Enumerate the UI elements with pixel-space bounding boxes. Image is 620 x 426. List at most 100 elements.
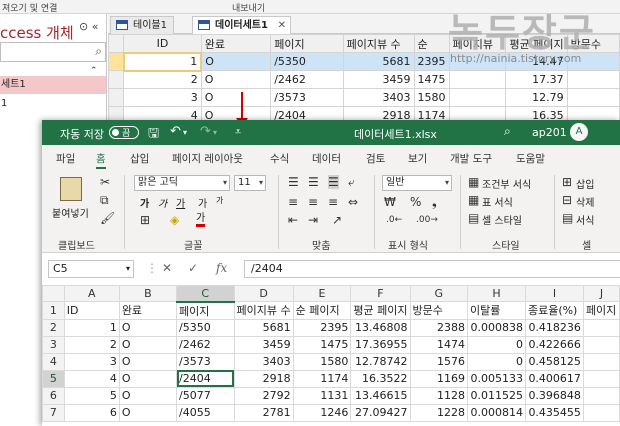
cell[interactable]: O	[200, 70, 272, 89]
col-header-views[interactable]: 페이지뷰 수	[342, 34, 415, 53]
number-format-select[interactable]: 일반 ▾	[382, 175, 452, 191]
delete-cells-button[interactable]: 삭제	[576, 194, 594, 209]
cell[interactable]	[566, 88, 620, 107]
close-icon[interactable]: ✕	[278, 17, 286, 34]
cell[interactable]: 1246	[292, 403, 352, 422]
align-top-icon[interactable]: ☰	[288, 175, 299, 189]
col-header-id[interactable]: ID	[123, 34, 202, 53]
cell[interactable]: 5681	[233, 318, 294, 337]
cell[interactable]: O	[200, 52, 272, 71]
row-number[interactable]: 1	[42, 301, 65, 320]
row-number[interactable]: 6	[42, 386, 65, 405]
tab-help[interactable]: 도움말	[516, 151, 545, 166]
cell[interactable]: 13.46615	[350, 386, 411, 405]
cell[interactable]	[582, 369, 620, 388]
row-number[interactable]: 3	[42, 335, 65, 354]
cell[interactable]: O	[118, 335, 178, 354]
tab-file[interactable]: 파일	[56, 151, 75, 166]
cell[interactable]: 평균 페이지	[350, 301, 411, 320]
cell[interactable]: O	[200, 88, 272, 107]
formula-input[interactable]: /2404	[244, 260, 620, 278]
cell[interactable]: 0.422666	[524, 335, 584, 354]
row-selector[interactable]	[107, 88, 125, 107]
tab-view[interactable]: 보기	[408, 151, 427, 166]
cell[interactable]: 1	[63, 318, 120, 337]
nav-pane-title[interactable]: ccess 개체	[0, 22, 74, 43]
cell[interactable]: /3573	[176, 352, 235, 371]
redo-icon[interactable]: ↷	[200, 124, 211, 139]
cell[interactable]: 페이지	[176, 301, 235, 320]
nav-item-table[interactable]: 1	[0, 98, 7, 109]
paste-button[interactable]: 붙여넣기	[52, 205, 89, 220]
undo-icon[interactable]: ↶	[170, 124, 181, 139]
avatar[interactable]: A	[570, 123, 588, 141]
cell[interactable]: O	[118, 369, 178, 388]
cell[interactable]	[582, 352, 620, 371]
insert-cells-button[interactable]: 삽입	[576, 176, 594, 191]
cell[interactable]: 3403	[342, 88, 415, 107]
underline-button[interactable]: 가	[176, 195, 185, 210]
cell[interactable]: 0.011525	[466, 386, 526, 405]
cell[interactable]: 3	[123, 88, 202, 107]
table-row[interactable]: 3 O /3573 3403 1580 12.79	[107, 88, 620, 107]
comma-icon[interactable]: ❟	[432, 195, 437, 209]
paste-icon[interactable]	[60, 177, 82, 201]
delete-cells-icon[interactable]: ⊟	[562, 193, 572, 207]
insert-function-icon[interactable]: fx	[216, 261, 227, 275]
column-header[interactable]: F	[350, 285, 411, 302]
cell[interactable]: 3403	[233, 352, 294, 371]
align-center-icon[interactable]: ≡	[308, 195, 318, 209]
cell[interactable]: /3573	[270, 88, 344, 107]
cell[interactable]: 13.46808	[350, 318, 411, 337]
cell[interactable]	[582, 318, 620, 337]
column-header[interactable]: C	[176, 285, 235, 303]
tab-formulas[interactable]: 수식	[270, 151, 289, 166]
indent-icon[interactable]: ⇥	[308, 213, 318, 227]
shrink-font-button[interactable]: 가	[216, 195, 223, 206]
cell[interactable]: 12.78742	[350, 352, 411, 371]
align-right-icon[interactable]: ≡	[328, 195, 338, 209]
cell[interactable]: 2792	[233, 386, 294, 405]
cell[interactable]: 페이지	[582, 301, 620, 320]
column-header[interactable]: D	[233, 285, 294, 302]
cell[interactable]: 3459	[342, 70, 415, 89]
cell[interactable]: 3459	[233, 335, 294, 354]
italic-button[interactable]: 가	[158, 195, 167, 210]
cell[interactable]: 0.000814	[466, 403, 526, 422]
cell[interactable]: 방문수	[409, 301, 468, 320]
font-name-select[interactable]: 맑은 고딕 ▾	[134, 175, 230, 191]
cell[interactable]: O	[118, 318, 178, 337]
cell[interactable]: 완료	[118, 301, 178, 320]
cell[interactable]: 1580	[413, 88, 450, 107]
column-header[interactable]: G	[409, 285, 468, 302]
increase-decimal-icon[interactable]: .0←	[386, 213, 402, 227]
active-cell[interactable]: /2404	[176, 369, 235, 388]
merge-icon[interactable]: ⇔	[348, 195, 358, 209]
align-middle-icon[interactable]: ☰	[308, 175, 319, 189]
cell[interactable]: 1228	[409, 403, 468, 422]
cell[interactable]: 2918	[233, 369, 294, 388]
border-icon[interactable]: ⊞	[140, 213, 150, 227]
cell[interactable]: 2	[63, 335, 120, 354]
cell[interactable]: 0.000838	[466, 318, 526, 337]
percent-icon[interactable]: %	[410, 195, 421, 209]
cell[interactable]: O	[118, 352, 178, 371]
fill-color-icon[interactable]: ◈	[170, 213, 179, 227]
currency-icon[interactable]: ₩	[384, 195, 396, 209]
nav-item-dataset[interactable]: 세트1	[0, 76, 106, 94]
enter-icon[interactable]: ✓	[188, 261, 198, 275]
row-selector[interactable]	[107, 70, 125, 89]
row-number[interactable]: 2	[42, 318, 65, 337]
tab-insert[interactable]: 삽입	[130, 151, 149, 166]
nav-search-input[interactable]: ⌕	[0, 42, 106, 62]
cell[interactable]: 3	[63, 352, 120, 371]
outdent-icon[interactable]: ⇤	[288, 213, 298, 227]
cell[interactable]: 0.396848	[524, 386, 584, 405]
column-header[interactable]: I	[524, 285, 584, 302]
conditional-format-icon[interactable]: ▦	[468, 175, 479, 189]
cell[interactable]: 6	[63, 403, 120, 422]
cell[interactable]: 이탈률	[466, 301, 526, 320]
table-format-button[interactable]: 표 서식	[482, 194, 513, 209]
cell[interactable]: 2395	[292, 318, 352, 337]
cell[interactable]: 1	[122, 51, 203, 72]
